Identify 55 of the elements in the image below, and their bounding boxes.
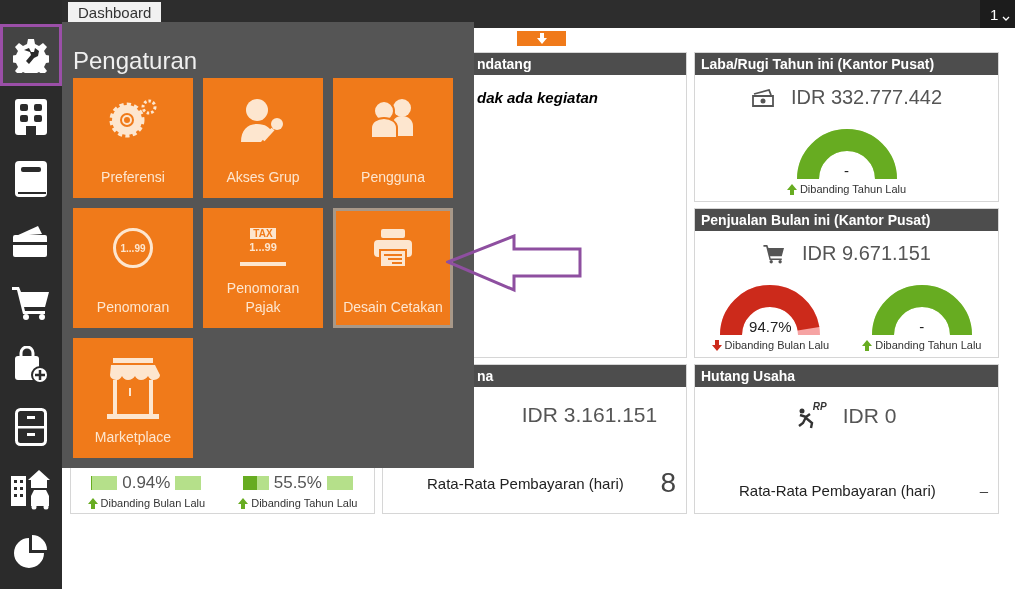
storefront-icon: [105, 358, 161, 422]
menu-tile[interactable]: 1...99 Penomoran: [73, 208, 193, 328]
menu-tile[interactable]: Desain Cetakan: [333, 208, 453, 328]
gears-icon: [107, 98, 159, 138]
amount-value: IDR 332.777.442: [790, 86, 943, 109]
page-selector[interactable]: 1: [980, 0, 1015, 28]
card-header: Laba/Rugi Tahun ini (Kantor Pusat): [695, 53, 998, 75]
printer-icon: [373, 228, 413, 268]
gauge-segment: [175, 476, 202, 490]
gauge-value: 55.5%: [273, 473, 322, 493]
amount-value: IDR 0: [842, 404, 897, 428]
icon-label: 1...99: [120, 242, 146, 254]
gauge-segment: [326, 476, 353, 490]
gauge-value: -: [918, 318, 926, 335]
menu-tile[interactable]: Akses Grup: [203, 78, 323, 198]
menu-title: Pengaturan: [73, 46, 199, 76]
wallet-icon: [12, 224, 50, 258]
collapse-button[interactable]: [517, 31, 566, 46]
amount-value: IDR 3.161.151: [521, 403, 658, 427]
gauge-value: -: [843, 162, 850, 179]
icon-label: 1...99: [249, 241, 277, 253]
card-header: Hutang Usaha: [695, 365, 998, 387]
menu-tile[interactable]: Preferensi: [73, 78, 193, 198]
comparison-caption: Dibanding Tahun Lalu: [251, 497, 358, 509]
gauge-value: 0.94%: [122, 473, 171, 493]
settings-icon: [13, 37, 49, 73]
pie-chart-icon: [14, 534, 48, 568]
cart-icon: [11, 285, 51, 321]
money-icon: [750, 88, 775, 107]
cabinet-icon: [15, 408, 47, 446]
card-header: Penjualan Bulan ini (Kantor Pusat): [695, 209, 998, 231]
menu-tile[interactable]: Marketplace: [73, 338, 193, 458]
comparison-caption: Dibanding Bulan Lalu: [724, 339, 830, 351]
metric-label: Rata-Rata Pembayaran (hari): [739, 482, 936, 499]
comparison-caption: Dibanding Tahun Lalu: [875, 339, 982, 351]
comparison-caption: Dibanding Bulan Lalu: [100, 497, 206, 509]
building-icon: [14, 98, 48, 136]
book-icon: [14, 160, 48, 198]
metric-label: Rata-Rata Pembayaran (hari): [427, 474, 624, 492]
cart-icon: [762, 243, 786, 264]
shopping-bag-plus-icon: [12, 346, 50, 384]
amount-value: IDR 9.671.151: [802, 242, 931, 265]
sidebar-item[interactable]: [0, 24, 62, 86]
caret-icon: [1002, 16, 1011, 22]
buildings-house-car-icon: [10, 468, 52, 510]
arrow-down-icon: [536, 33, 547, 44]
icon-label: TAX: [250, 228, 276, 239]
comparison-caption: Dibanding Tahun Lalu: [799, 183, 907, 195]
menu-tile[interactable]: Pengguna: [333, 78, 453, 198]
menu-tile[interactable]: TAX 1...99 Penomoran Pajak: [203, 208, 323, 328]
gauge-value: 94.7%: [748, 318, 793, 335]
metric-value: 8: [660, 467, 676, 499]
dashboard-tab[interactable]: Dashboard: [68, 2, 162, 22]
empty-message: dak ada kegiatan: [476, 88, 599, 106]
metric-value: –: [979, 482, 988, 499]
